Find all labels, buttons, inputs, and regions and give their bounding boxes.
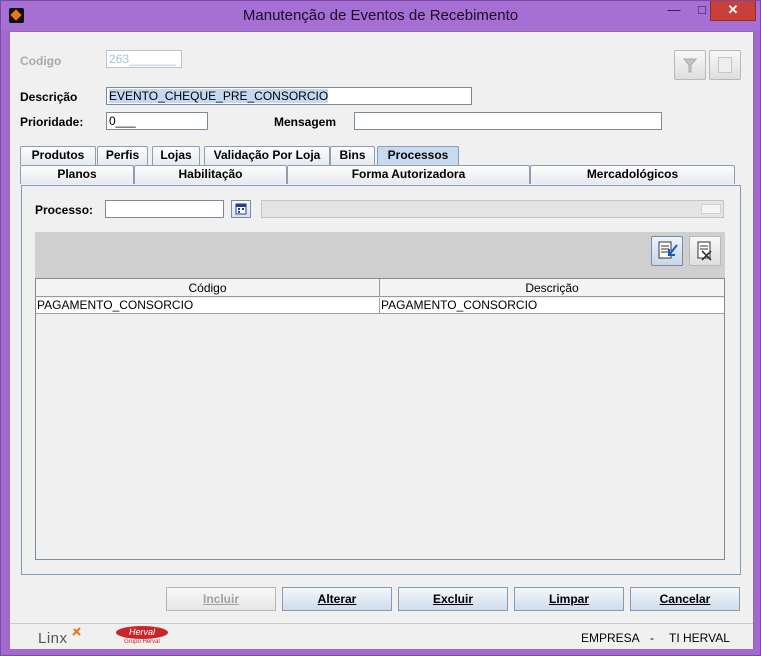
minimize-button[interactable]: — <box>661 1 687 21</box>
filter-icon[interactable] <box>674 50 706 80</box>
alterar-button[interactable]: Alterar <box>282 587 392 611</box>
codigo-field[interactable]: 263_______ <box>106 50 182 68</box>
codigo-label: Codigo <box>20 54 62 68</box>
processos-panel: Processo: Código Descrição PAGAMENTO_CON… <box>21 185 741 575</box>
grid-toolbar <box>35 232 725 278</box>
tab-produtos[interactable]: Produtos <box>20 146 96 165</box>
title-bar[interactable]: Manutenção de Eventos de Recebimento — □… <box>1 1 760 31</box>
tab-perfis[interactable]: Perfis <box>97 146 148 165</box>
herval-logo-subtitle: Grupo Herval <box>124 639 160 645</box>
excluir-label: Excluir <box>432 592 474 606</box>
limpar-button[interactable]: Limpar <box>514 587 624 611</box>
table-header: Código Descrição <box>36 279 724 297</box>
window-title: Manutenção de Eventos de Recebimento <box>242 7 519 24</box>
prioridade-field[interactable]: 0___ <box>106 112 208 130</box>
delete-row-icon[interactable] <box>689 236 721 266</box>
mensagem-label: Mensagem <box>274 115 337 129</box>
table-cell-codigo: PAGAMENTO_CONSORCIO <box>36 298 380 314</box>
cancelar-label: Cancelar <box>659 592 711 606</box>
processos-table: Código Descrição PAGAMENTO_CONSORCIO PAG… <box>35 278 725 560</box>
window: Manutenção de Eventos de Recebimento — □… <box>0 0 761 656</box>
column-header-descricao[interactable]: Descrição <box>380 279 724 297</box>
herval-logo: Herval Grupo Herval <box>116 626 168 648</box>
incluir-button[interactable]: Incluir <box>166 587 276 611</box>
table-row[interactable]: PAGAMENTO_CONSORCIO PAGAMENTO_CONSORCIO <box>36 298 724 314</box>
processo-description-field <box>261 200 724 218</box>
empresa-label: EMPRESA <box>581 631 640 645</box>
incluir-label: Incluir <box>202 592 239 606</box>
tab-forma-autorizadora[interactable]: Forma Autorizadora <box>287 165 530 184</box>
tab-lojas[interactable]: Lojas <box>152 146 200 165</box>
empresa-separator: - <box>650 631 654 645</box>
status-bar: Linx Herval Grupo Herval EMPRESA - TI HE… <box>10 623 753 649</box>
add-row-icon[interactable] <box>651 236 683 266</box>
column-header-codigo[interactable]: Código <box>36 279 380 297</box>
linx-logo: Linx <box>38 630 68 647</box>
linx-logo-mark <box>72 626 81 636</box>
alterar-label: Alterar <box>317 592 357 606</box>
descricao-value: EVENTO_CHEQUE_PRE_CONSORCIO <box>109 89 329 103</box>
document-icon[interactable] <box>709 50 741 80</box>
descricao-field[interactable]: EVENTO_CHEQUE_PRE_CONSORCIO <box>106 87 472 105</box>
empresa-value: TI HERVAL <box>669 631 730 645</box>
processo-label: Processo: <box>35 203 94 217</box>
tab-bins[interactable]: Bins <box>330 146 375 165</box>
limpar-label: Limpar <box>548 592 589 606</box>
calendar-icon[interactable] <box>231 200 251 218</box>
tab-processos[interactable]: Processos <box>377 146 459 165</box>
herval-logo-text: Herval <box>116 626 168 639</box>
cancelar-button[interactable]: Cancelar <box>630 587 740 611</box>
mensagem-field[interactable] <box>354 112 662 130</box>
descricao-label: Descrição <box>20 90 78 104</box>
tab-validacao-por-loja[interactable]: Validação Por Loja <box>204 146 330 165</box>
table-cell-descricao: PAGAMENTO_CONSORCIO <box>381 298 538 312</box>
tab-mercadologicos[interactable]: Mercadológicos <box>530 165 735 184</box>
tab-habilitacao[interactable]: Habilitação <box>134 165 287 184</box>
close-button[interactable]: ✕ <box>710 1 756 21</box>
tab-planos[interactable]: Planos <box>20 165 134 184</box>
form-body: Codigo 263_______ Descrição EVENTO_CHEQU… <box>9 31 754 649</box>
prioridade-label: Prioridade: <box>20 115 84 129</box>
excluir-button[interactable]: Excluir <box>398 587 508 611</box>
processo-field[interactable] <box>105 200 224 218</box>
